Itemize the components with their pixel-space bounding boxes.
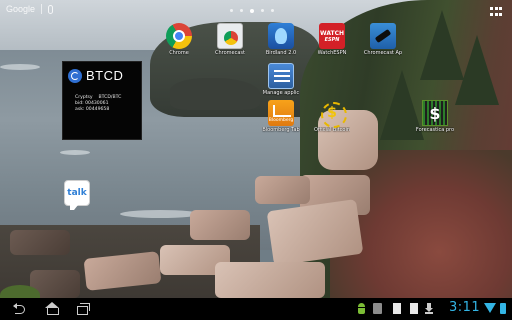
clock[interactable]: 3:11 [449, 300, 480, 315]
birdland-icon [268, 23, 294, 49]
app-label: Birdland 2.0 [265, 50, 297, 56]
home-page-indicator [230, 8, 274, 13]
search-divider [41, 4, 43, 14]
mic-icon[interactable] [48, 4, 54, 14]
page-dot [230, 9, 233, 12]
app-label: WatchESPN [317, 50, 347, 56]
widget-title: BTCD [86, 68, 124, 83]
chromecast-icon [370, 23, 396, 49]
wallpaper-headland [170, 78, 260, 110]
store-icon[interactable] [373, 303, 382, 314]
page-dot-current [250, 8, 254, 13]
back-icon[interactable] [13, 303, 27, 315]
apps-grid-icon[interactable] [490, 7, 502, 17]
page-dot [240, 9, 243, 12]
document-icon[interactable] [410, 303, 418, 314]
forecastica-icon-text: $ [429, 103, 441, 123]
bloomberg-icon: Bloomberg [268, 100, 294, 126]
watchespn-icon: WATCH ESPN [319, 23, 345, 49]
app-chromecast-ap[interactable]: Chromecast Ap [358, 23, 408, 56]
app-forecastica[interactable]: $ Forecastica pro [410, 100, 460, 133]
espn-logo-text: ESPN [324, 36, 340, 43]
wallpaper-rock [215, 262, 325, 298]
google-logo[interactable]: Google [6, 4, 35, 14]
app-birdland[interactable]: Birdland 2.0 [256, 23, 306, 56]
wifi-icon [484, 303, 496, 313]
google-search-bar[interactable]: Google [6, 4, 54, 14]
page-dot [271, 9, 274, 12]
wallpaper-tree [455, 35, 499, 105]
app-label: Manage applic [262, 90, 300, 96]
app-talk[interactable]: talk [52, 180, 102, 210]
talk-icon-text: talk [67, 188, 87, 198]
app-bloomberg[interactable]: Bloomberg Bloomberg Tab [256, 100, 306, 133]
talk-icon: talk [64, 180, 90, 210]
app-watchespn[interactable]: WATCH ESPN WatchESPN [307, 23, 357, 56]
app-chromecast[interactable]: Chromecast [205, 23, 255, 56]
app-chrome[interactable]: Chrome [154, 23, 204, 56]
watchespn-icon-text: WATCH [319, 29, 345, 37]
system-bar: 3:11 [0, 298, 512, 320]
page-dot [261, 9, 264, 12]
chromecast-app-icon [217, 23, 243, 49]
bloomberg-icon-text: Bloomberg [268, 118, 294, 123]
download-icon[interactable] [425, 303, 433, 314]
app-manage-applications[interactable]: Manage applic [256, 63, 306, 96]
document-icon[interactable] [393, 303, 401, 314]
manage-applications-icon [268, 63, 294, 89]
btcd-logo-icon [68, 68, 82, 83]
android-icon[interactable] [357, 303, 366, 314]
wallpaper-rock [255, 176, 310, 204]
app-label: Chromecast [215, 50, 245, 56]
bitcoin-icon: $ [319, 100, 347, 128]
widget-ask: ask: 00449658 [75, 107, 110, 112]
app-official-bitcoin[interactable]: $ Official Bitcoin [307, 100, 357, 133]
wallpaper-foam [60, 150, 90, 155]
forecastica-icon: $ [422, 100, 448, 126]
wallpaper-foam [0, 64, 40, 70]
battery-icon [500, 303, 506, 314]
wallpaper-rock [190, 210, 250, 240]
recent-apps-icon[interactable] [76, 303, 90, 315]
home-icon[interactable] [45, 302, 59, 315]
chrome-icon [166, 23, 192, 49]
wallpaper-rock [10, 230, 70, 255]
app-label: Chromecast Ap [363, 50, 403, 56]
wallpaper-foam [120, 210, 200, 218]
btcd-widget[interactable]: BTCD Cryptsy BTCD/BTC bid: 00430061 ask:… [62, 61, 142, 140]
app-label: Bloomberg Tab [262, 127, 300, 133]
widget-header: BTCD [63, 62, 141, 83]
app-label: Chrome [169, 50, 189, 56]
app-label: Forecastica pro [415, 127, 455, 133]
